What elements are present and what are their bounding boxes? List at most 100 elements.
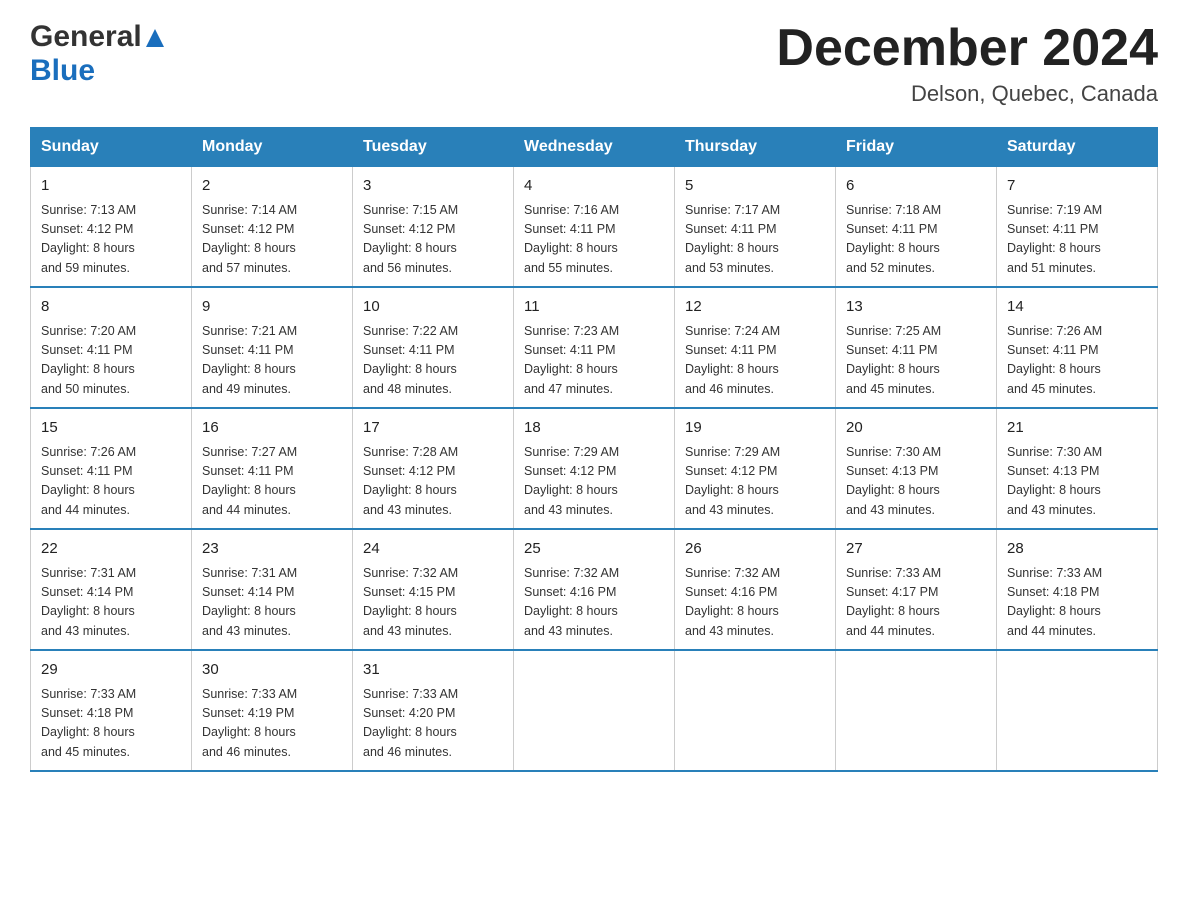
day-cell: 10 Sunrise: 7:22 AMSunset: 4:11 PMDayligh… xyxy=(353,287,514,408)
title-section: December 2024 Delson, Quebec, Canada xyxy=(776,20,1158,107)
day-info: Sunrise: 7:20 AMSunset: 4:11 PMDaylight:… xyxy=(41,322,181,400)
day-info: Sunrise: 7:30 AMSunset: 4:13 PMDaylight:… xyxy=(846,443,986,521)
day-info: Sunrise: 7:29 AMSunset: 4:12 PMDaylight:… xyxy=(524,443,664,521)
day-cell: 1 Sunrise: 7:13 AMSunset: 4:12 PMDaylight… xyxy=(31,167,192,288)
day-cell: 17Sunrise: 7:28 AMSunset: 4:12 PMDayligh… xyxy=(353,408,514,529)
day-number: 24 xyxy=(363,538,503,561)
day-info: Sunrise: 7:27 AMSunset: 4:11 PMDaylight:… xyxy=(202,443,342,521)
day-cell: 27 Sunrise: 7:33 AMSunset: 4:17 PMDayligh… xyxy=(836,529,997,650)
day-cell: 19Sunrise: 7:29 AMSunset: 4:12 PMDayligh… xyxy=(675,408,836,529)
week-row-5: 29Sunrise: 7:33 AMSunset: 4:18 PMDayligh… xyxy=(31,650,1158,771)
day-cell: 24 Sunrise: 7:32 AMSunset: 4:15 PMDayligh… xyxy=(353,529,514,650)
day-number: 20 xyxy=(846,417,986,440)
day-number: 1 xyxy=(41,175,181,198)
day-header-saturday: Saturday xyxy=(997,128,1158,167)
day-cell: 8 Sunrise: 7:20 AMSunset: 4:11 PMDaylight… xyxy=(31,287,192,408)
day-cell: 6 Sunrise: 7:18 AMSunset: 4:11 PMDaylight… xyxy=(836,167,997,288)
day-number: 29 xyxy=(41,659,181,682)
calendar-header-row: SundayMondayTuesdayWednesdayThursdayFrid… xyxy=(31,128,1158,167)
day-info: Sunrise: 7:15 AMSunset: 4:12 PMDaylight:… xyxy=(363,201,503,279)
day-cell: 28Sunrise: 7:33 AMSunset: 4:18 PMDayligh… xyxy=(997,529,1158,650)
month-title: December 2024 xyxy=(776,20,1158,77)
day-number: 16 xyxy=(202,417,342,440)
day-info: Sunrise: 7:32 AMSunset: 4:16 PMDaylight:… xyxy=(685,564,825,642)
day-info: Sunrise: 7:30 AMSunset: 4:13 PMDaylight:… xyxy=(1007,443,1147,521)
day-info: Sunrise: 7:21 AMSunset: 4:11 PMDaylight:… xyxy=(202,322,342,400)
week-row-2: 8 Sunrise: 7:20 AMSunset: 4:11 PMDaylight… xyxy=(31,287,1158,408)
day-info: Sunrise: 7:14 AMSunset: 4:12 PMDaylight:… xyxy=(202,201,342,279)
day-cell: 21 Sunrise: 7:30 AMSunset: 4:13 PMDayligh… xyxy=(997,408,1158,529)
day-cell: 14Sunrise: 7:26 AMSunset: 4:11 PMDayligh… xyxy=(997,287,1158,408)
day-number: 25 xyxy=(524,538,664,561)
day-number: 5 xyxy=(685,175,825,198)
logo-blue-text: Blue xyxy=(30,54,95,87)
day-cell: 31 Sunrise: 7:33 AMSunset: 4:20 PMDayligh… xyxy=(353,650,514,771)
day-number: 3 xyxy=(363,175,503,198)
day-info: Sunrise: 7:33 AMSunset: 4:19 PMDaylight:… xyxy=(202,685,342,763)
day-info: Sunrise: 7:18 AMSunset: 4:11 PMDaylight:… xyxy=(846,201,986,279)
page-header: General Blue December 2024 Delson, Quebe… xyxy=(30,20,1158,107)
day-header-thursday: Thursday xyxy=(675,128,836,167)
location-title: Delson, Quebec, Canada xyxy=(776,81,1158,107)
day-cell: 20 Sunrise: 7:30 AMSunset: 4:13 PMDayligh… xyxy=(836,408,997,529)
day-cell: 13 Sunrise: 7:25 AMSunset: 4:11 PMDayligh… xyxy=(836,287,997,408)
day-info: Sunrise: 7:13 AMSunset: 4:12 PMDaylight:… xyxy=(41,201,181,279)
day-cell: 11Sunrise: 7:23 AMSunset: 4:11 PMDayligh… xyxy=(514,287,675,408)
day-cell: 9Sunrise: 7:21 AMSunset: 4:11 PMDaylight… xyxy=(192,287,353,408)
day-info: Sunrise: 7:22 AMSunset: 4:11 PMDaylight:… xyxy=(363,322,503,400)
day-info: Sunrise: 7:24 AMSunset: 4:11 PMDaylight:… xyxy=(685,322,825,400)
day-number: 27 xyxy=(846,538,986,561)
day-number: 10 xyxy=(363,296,503,319)
day-info: Sunrise: 7:33 AMSunset: 4:17 PMDaylight:… xyxy=(846,564,986,642)
day-cell: 30 Sunrise: 7:33 AMSunset: 4:19 PMDayligh… xyxy=(192,650,353,771)
day-cell xyxy=(836,650,997,771)
day-number: 30 xyxy=(202,659,342,682)
day-number: 4 xyxy=(524,175,664,198)
day-number: 22 xyxy=(41,538,181,561)
week-row-1: 1 Sunrise: 7:13 AMSunset: 4:12 PMDaylight… xyxy=(31,167,1158,288)
day-number: 12 xyxy=(685,296,825,319)
day-number: 21 xyxy=(1007,417,1147,440)
day-cell xyxy=(675,650,836,771)
day-info: Sunrise: 7:31 AMSunset: 4:14 PMDaylight:… xyxy=(41,564,181,642)
day-number: 8 xyxy=(41,296,181,319)
day-header-wednesday: Wednesday xyxy=(514,128,675,167)
day-number: 26 xyxy=(685,538,825,561)
day-info: Sunrise: 7:17 AMSunset: 4:11 PMDaylight:… xyxy=(685,201,825,279)
day-cell: 5 Sunrise: 7:17 AMSunset: 4:11 PMDaylight… xyxy=(675,167,836,288)
day-number: 2 xyxy=(202,175,342,198)
day-number: 23 xyxy=(202,538,342,561)
day-info: Sunrise: 7:33 AMSunset: 4:20 PMDaylight:… xyxy=(363,685,503,763)
day-info: Sunrise: 7:31 AMSunset: 4:14 PMDaylight:… xyxy=(202,564,342,642)
day-info: Sunrise: 7:32 AMSunset: 4:15 PMDaylight:… xyxy=(363,564,503,642)
day-cell: 12 Sunrise: 7:24 AMSunset: 4:11 PMDayligh… xyxy=(675,287,836,408)
day-cell: 7Sunrise: 7:19 AMSunset: 4:11 PMDaylight… xyxy=(997,167,1158,288)
day-info: Sunrise: 7:26 AMSunset: 4:11 PMDaylight:… xyxy=(41,443,181,521)
day-number: 11 xyxy=(524,296,664,319)
day-number: 15 xyxy=(41,417,181,440)
week-row-4: 22 Sunrise: 7:31 AMSunset: 4:14 PMDayligh… xyxy=(31,529,1158,650)
logo-triangle-icon xyxy=(144,27,166,49)
day-cell: 16 Sunrise: 7:27 AMSunset: 4:11 PMDayligh… xyxy=(192,408,353,529)
day-cell xyxy=(997,650,1158,771)
day-cell: 29Sunrise: 7:33 AMSunset: 4:18 PMDayligh… xyxy=(31,650,192,771)
day-header-tuesday: Tuesday xyxy=(353,128,514,167)
day-info: Sunrise: 7:28 AMSunset: 4:12 PMDaylight:… xyxy=(363,443,503,521)
day-number: 6 xyxy=(846,175,986,198)
day-number: 31 xyxy=(363,659,503,682)
day-info: Sunrise: 7:16 AMSunset: 4:11 PMDaylight:… xyxy=(524,201,664,279)
day-number: 28 xyxy=(1007,538,1147,561)
day-info: Sunrise: 7:25 AMSunset: 4:11 PMDaylight:… xyxy=(846,322,986,400)
day-header-sunday: Sunday xyxy=(31,128,192,167)
day-cell: 22 Sunrise: 7:31 AMSunset: 4:14 PMDayligh… xyxy=(31,529,192,650)
day-cell: 3 Sunrise: 7:15 AMSunset: 4:12 PMDaylight… xyxy=(353,167,514,288)
day-cell: 15 Sunrise: 7:26 AMSunset: 4:11 PMDayligh… xyxy=(31,408,192,529)
day-info: Sunrise: 7:29 AMSunset: 4:12 PMDaylight:… xyxy=(685,443,825,521)
logo-general-text: General xyxy=(30,20,142,54)
day-cell: 2 Sunrise: 7:14 AMSunset: 4:12 PMDaylight… xyxy=(192,167,353,288)
week-row-3: 15 Sunrise: 7:26 AMSunset: 4:11 PMDayligh… xyxy=(31,408,1158,529)
day-number: 13 xyxy=(846,296,986,319)
logo: General Blue xyxy=(30,20,166,88)
day-number: 14 xyxy=(1007,296,1147,319)
day-cell: 23 Sunrise: 7:31 AMSunset: 4:14 PMDayligh… xyxy=(192,529,353,650)
